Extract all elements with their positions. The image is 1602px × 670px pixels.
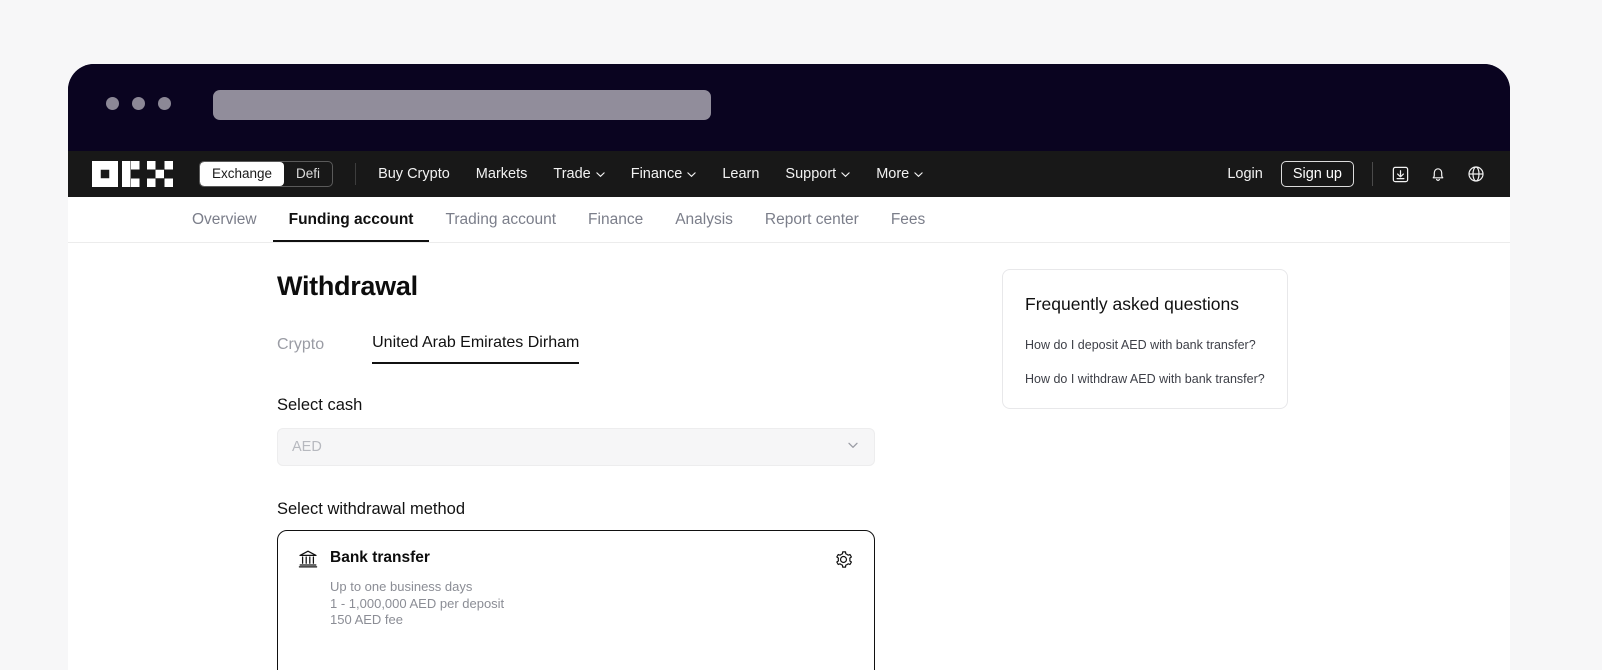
login-link[interactable]: Login: [1227, 166, 1262, 182]
method-detail-limits: 1 - 1,000,000 AED per deposit: [330, 595, 505, 611]
bank-icon: [298, 550, 318, 568]
select-method-label: Select withdrawal method: [277, 500, 466, 518]
window-controls: [106, 97, 171, 110]
select-cash-label: Select cash: [277, 396, 363, 414]
page-title: Withdrawal: [277, 271, 418, 301]
faq-question-withdraw[interactable]: How do I withdraw AED with bank transfer…: [1025, 371, 1265, 387]
subnav-tab-report-center[interactable]: Report center: [749, 197, 875, 242]
chevron-down-icon: [687, 170, 696, 179]
subnav-tab-analysis[interactable]: Analysis: [659, 197, 749, 242]
select-cash-value: AED: [292, 439, 322, 455]
subnav-tab-trading-account[interactable]: Trading account: [429, 197, 572, 242]
chevron-down-icon: [846, 438, 860, 457]
globe-icon[interactable]: [1466, 164, 1486, 184]
nav-label: Trade: [553, 166, 591, 182]
signup-button[interactable]: Sign up: [1280, 161, 1354, 187]
nav-link-finance[interactable]: Finance: [631, 166, 697, 182]
currency-tab-aed[interactable]: United Arab Emirates Dirham: [372, 334, 580, 364]
nav-link-buy-crypto[interactable]: Buy Crypto: [378, 166, 450, 182]
nav-link-trade[interactable]: Trade: [553, 166, 605, 182]
nav-label: Learn: [722, 166, 760, 182]
download-icon[interactable]: [1391, 165, 1410, 184]
select-cash-dropdown[interactable]: AED: [277, 428, 875, 466]
method-detail-duration: Up to one business days: [330, 579, 473, 594]
method-card-title: Bank transfer: [330, 549, 430, 566]
gear-icon[interactable]: [833, 549, 854, 575]
nav-link-more[interactable]: More: [876, 166, 923, 182]
nav-label: Support: [785, 166, 837, 182]
subnav-tab-finance[interactable]: Finance: [572, 197, 659, 242]
nav-right-actions: Login Sign up: [1227, 161, 1486, 187]
subnav-tab-overview[interactable]: Overview: [176, 197, 273, 242]
nav-label: More: [876, 166, 910, 182]
faq-panel: Frequently asked questions How do I depo…: [1002, 269, 1288, 409]
faq-question-deposit[interactable]: How do I deposit AED with bank transfer?: [1025, 337, 1265, 353]
maximize-dot[interactable]: [158, 97, 171, 110]
nav-link-support[interactable]: Support: [785, 166, 850, 182]
currency-tabs: Crypto United Arab Emirates Dirham: [277, 334, 580, 364]
account-subnav: Overview Funding account Trading account…: [68, 197, 1510, 243]
address-bar[interactable]: [213, 90, 711, 120]
actions-divider: [1372, 162, 1373, 186]
subnav-tab-funding-account[interactable]: Funding account: [272, 197, 430, 242]
nav-links: Buy Crypto Markets Trade Finance Learn S…: [378, 166, 923, 182]
currency-tab-crypto[interactable]: Crypto: [277, 336, 324, 364]
page-body: Overview Funding account Trading account…: [68, 197, 1510, 670]
nav-label: Buy Crypto: [378, 166, 450, 182]
nav-label: Markets: [475, 166, 528, 182]
chevron-down-icon: [596, 170, 605, 179]
top-navigation: Exchange Defi Buy Crypto Markets Trade F…: [68, 151, 1510, 197]
chevron-down-icon: [914, 170, 923, 179]
nav-label: Finance: [630, 166, 683, 182]
method-card-details: Up to one business days 1 - 1,000,000 AE…: [330, 579, 854, 629]
method-detail-fee: 150 AED fee: [330, 612, 403, 627]
close-dot[interactable]: [106, 97, 119, 110]
subnav-tab-fees[interactable]: Fees: [875, 197, 941, 242]
bell-icon[interactable]: [1428, 164, 1448, 184]
minimize-dot[interactable]: [132, 97, 145, 110]
okx-logo[interactable]: [92, 161, 173, 187]
toggle-defi[interactable]: Defi: [284, 162, 332, 186]
exchange-defi-toggle: Exchange Defi: [199, 161, 334, 187]
nav-divider: [355, 163, 357, 185]
nav-link-learn[interactable]: Learn: [722, 166, 759, 182]
nav-link-markets[interactable]: Markets: [476, 166, 528, 182]
bank-transfer-method-card[interactable]: Bank transfer Up to one business days 1 …: [277, 530, 875, 670]
chevron-down-icon: [841, 170, 850, 179]
browser-window: Exchange Defi Buy Crypto Markets Trade F…: [68, 64, 1510, 670]
method-card-header: Bank transfer: [298, 549, 854, 575]
toggle-exchange[interactable]: Exchange: [200, 162, 285, 186]
browser-titlebar: [68, 64, 1510, 151]
faq-title: Frequently asked questions: [1025, 294, 1240, 314]
